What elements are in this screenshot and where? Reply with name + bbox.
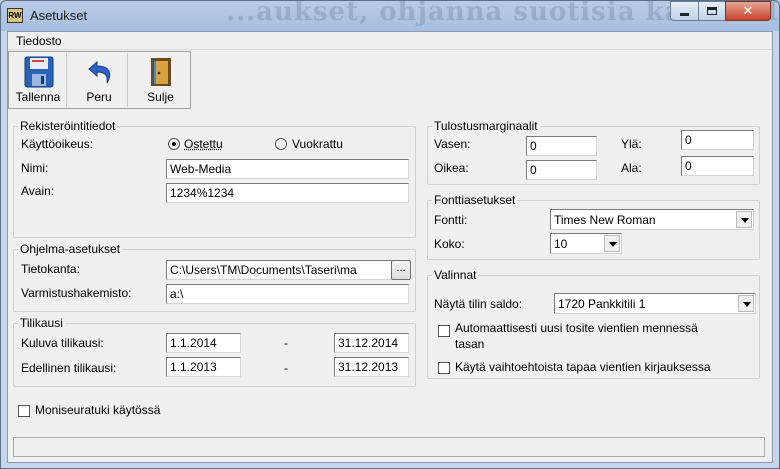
title-bar[interactable]: ...aukset, ohjanna suotisia kaikki. Tana… xyxy=(1,1,779,31)
size-select[interactable]: 10 xyxy=(550,233,622,254)
previous-period-label: Edellinen tilikausi: xyxy=(21,361,117,375)
backup-label: Varmistushakemisto: xyxy=(21,286,132,300)
auto-voucher-label-line1[interactable]: Automaattisesti uusi tosite vientien men… xyxy=(455,321,698,335)
margin-left-field[interactable]: 0 xyxy=(526,136,597,156)
alt-entry-label[interactable]: Käytä vaihtoehtoista tapaa vientien kirj… xyxy=(455,360,711,374)
close-label: Sulje xyxy=(147,90,174,104)
program-settings-legend: Ohjelma-asetukset xyxy=(20,242,121,256)
registration-legend: Rekisteröintitiedot xyxy=(20,119,116,133)
undo-button[interactable]: Peru xyxy=(71,53,128,107)
fiscal-period-legend: Tilikausi xyxy=(20,316,63,330)
margin-top-field[interactable]: 0 xyxy=(681,130,754,150)
account-balance-label: Näytä tilin saldo: xyxy=(434,297,523,311)
previous-period-dash: - xyxy=(284,361,288,375)
name-label: Nimi: xyxy=(21,161,49,175)
browse-button[interactable]: ... xyxy=(391,260,411,280)
close-icon: ✕ xyxy=(742,3,754,18)
radio-rented-label[interactable]: Vuokrattu xyxy=(292,137,343,151)
save-label: Tallenna xyxy=(15,90,61,104)
margin-left-label: Vasen: xyxy=(434,137,471,151)
print-margins-legend: Tulostusmarginaalit xyxy=(434,119,538,133)
minimize-button[interactable] xyxy=(670,1,698,21)
undo-arrow-icon xyxy=(88,60,111,84)
margin-bottom-field[interactable]: 0 xyxy=(681,156,754,176)
door-exit-icon xyxy=(151,58,171,86)
maximize-icon xyxy=(707,7,717,15)
multi-company-checkbox[interactable] xyxy=(18,405,30,417)
radio-rented[interactable] xyxy=(275,138,287,150)
margin-right-field[interactable]: 0 xyxy=(526,160,597,180)
database-label: Tietokanta: xyxy=(21,262,80,276)
current-period-end[interactable]: 31.12.2014 xyxy=(334,333,409,353)
status-bar xyxy=(13,437,765,457)
font-settings-legend: Fonttiasetukset xyxy=(434,193,516,207)
chevron-down-icon[interactable] xyxy=(736,211,752,228)
maximize-button[interactable] xyxy=(698,1,725,21)
font-select-value: Times New Roman xyxy=(554,213,656,227)
key-label: Avain: xyxy=(21,184,55,198)
license-label: Käyttöoikeus: xyxy=(21,137,94,151)
undo-label: Peru xyxy=(86,90,112,104)
current-period-start[interactable]: 1.1.2014 xyxy=(166,333,241,353)
options-legend: Valinnat xyxy=(434,268,477,282)
radio-bought-label[interactable]: Ostettu xyxy=(184,137,223,151)
backup-field[interactable]: a:\ xyxy=(166,284,409,304)
key-field[interactable]: 1234%1234 xyxy=(166,183,409,203)
close-button[interactable]: Sulje xyxy=(132,53,189,107)
previous-period-start[interactable]: 1.1.2013 xyxy=(166,357,241,377)
margin-right-label: Oikea: xyxy=(434,161,469,175)
alt-entry-checkbox[interactable] xyxy=(438,362,450,374)
database-field[interactable]: C:\Users\TM\Documents\Taseri\ma xyxy=(166,260,392,280)
window-title: Asetukset xyxy=(30,8,88,23)
radio-bought[interactable] xyxy=(168,138,180,150)
name-field[interactable]: Web-Media xyxy=(166,159,409,179)
auto-voucher-checkbox[interactable] xyxy=(438,325,450,337)
auto-voucher-label-line2[interactable]: tasan xyxy=(455,337,484,351)
chevron-down-icon[interactable] xyxy=(604,235,620,252)
account-balance-value: 1720 Pankkitili 1 xyxy=(558,297,646,311)
margin-top-label: Ylä: xyxy=(621,137,642,151)
font-label: Fontti: xyxy=(434,213,468,227)
save-button[interactable]: Tallenna xyxy=(10,53,67,107)
margin-bottom-label: Ala: xyxy=(621,161,642,175)
account-balance-select[interactable]: 1720 Pankkitili 1 xyxy=(554,293,756,314)
size-select-value: 10 xyxy=(554,237,568,251)
settings-window: ...aukset, ohjanna suotisia kaikki. Tana… xyxy=(0,0,780,469)
chevron-down-icon[interactable] xyxy=(738,295,754,312)
size-label: Koko: xyxy=(434,237,465,251)
multi-company-label[interactable]: Moniseuratuki käytössä xyxy=(35,403,160,417)
menu-bar: Tiedosto xyxy=(8,32,772,50)
floppy-disk-icon xyxy=(24,56,54,88)
menu-file[interactable]: Tiedosto xyxy=(16,34,62,48)
close-window-button[interactable]: ✕ xyxy=(725,1,771,21)
app-icon: RW xyxy=(7,8,23,23)
client-area: Tiedosto Tallenna Peru Sulje Rekisteröin… xyxy=(7,31,773,463)
toolbar: Tallenna Peru Sulje xyxy=(8,51,191,109)
current-period-label: Kuluva tilikausi: xyxy=(21,336,104,350)
minimize-icon xyxy=(680,13,689,16)
previous-period-end[interactable]: 31.12.2013 xyxy=(334,357,409,377)
font-select[interactable]: Times New Roman xyxy=(550,209,754,230)
current-period-dash: - xyxy=(284,336,288,350)
